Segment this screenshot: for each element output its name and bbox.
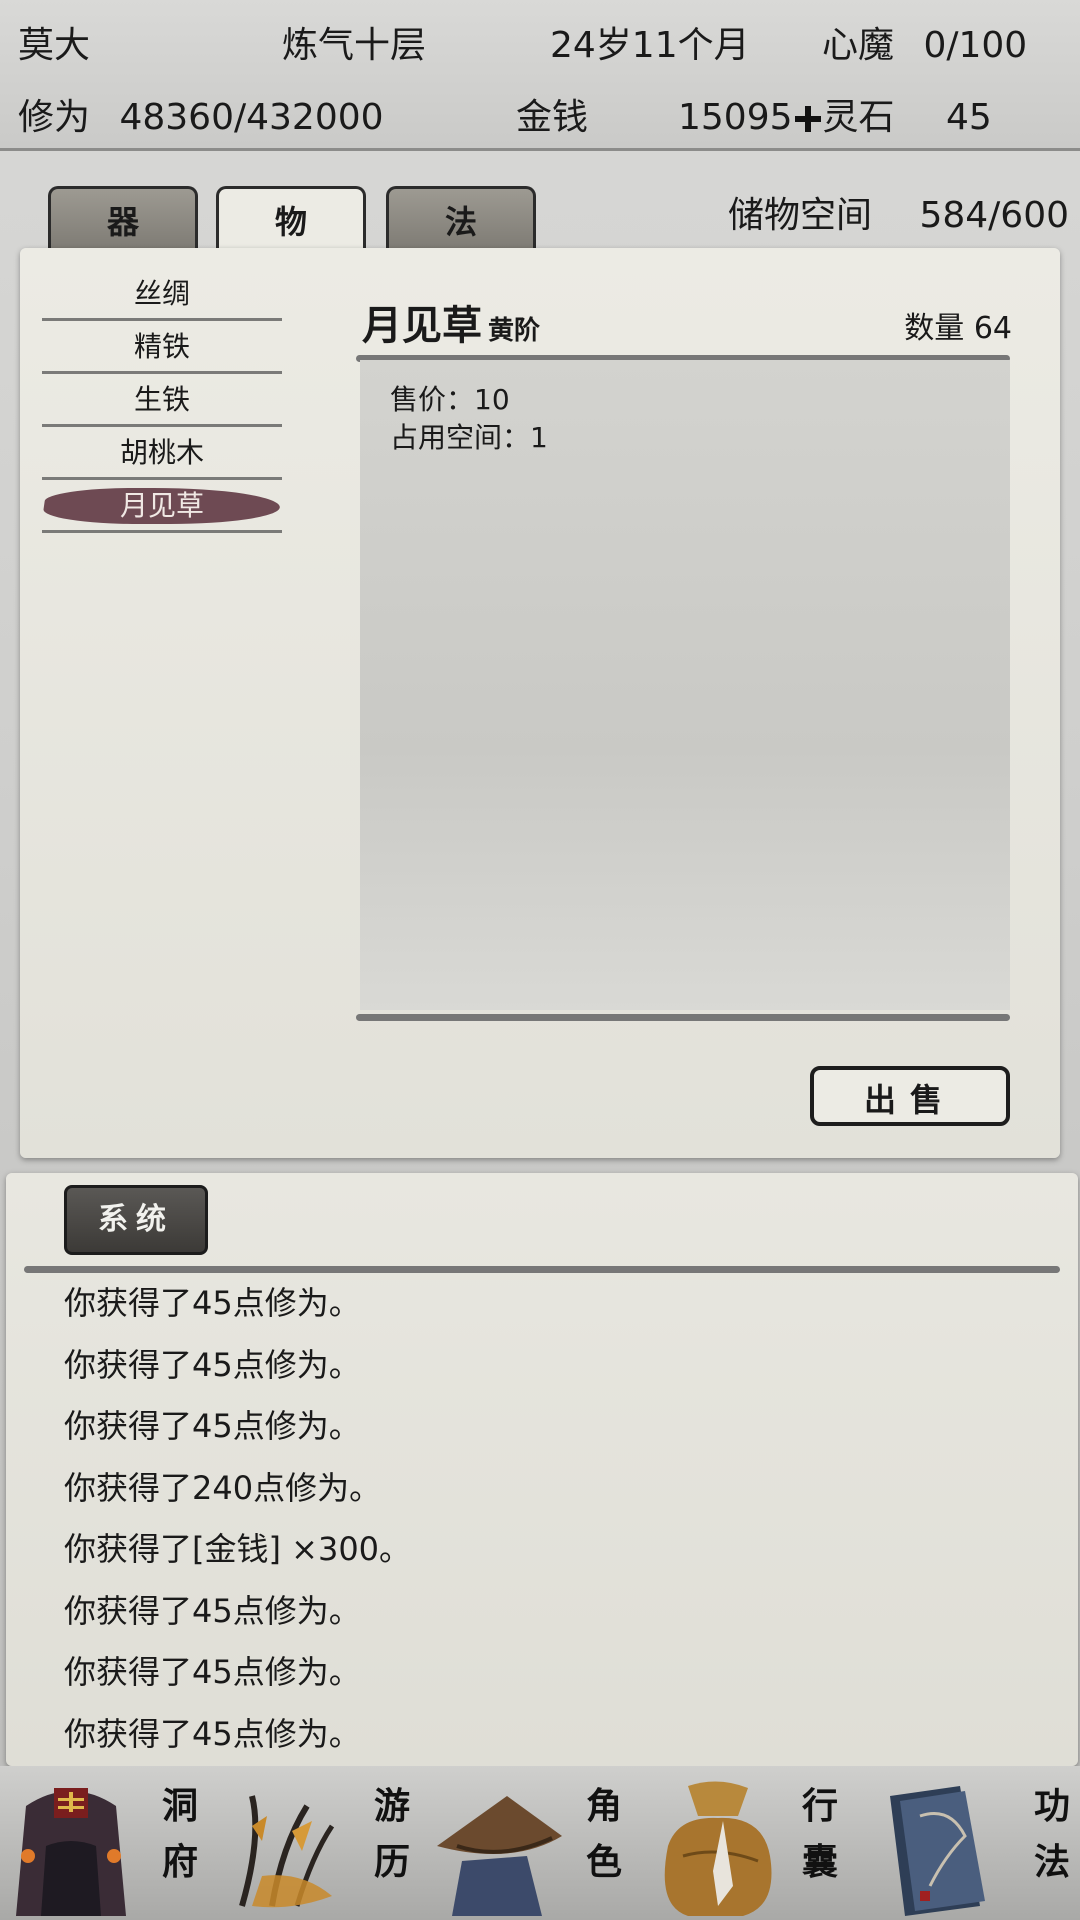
tab-items[interactable]: 物 [216, 186, 366, 248]
item-label: 月见草 [119, 489, 204, 522]
item-price: 售价：10 [390, 383, 510, 416]
item-description: 售价：10 占用空间：1 [360, 360, 1010, 1010]
nav-label-2: 府 [161, 1841, 198, 1883]
storage-value: 584/600 [919, 195, 1070, 236]
list-item[interactable]: 生铁 [42, 376, 282, 427]
inventory-bag-icon [664, 1781, 772, 1916]
player-name: 莫大 [18, 25, 91, 66]
log-line: 你获得了[金钱] ×300。 [64, 1530, 412, 1568]
cultivation-label: 修为 [18, 97, 91, 138]
nav-label-2: 囊 [801, 1841, 838, 1883]
item-label: 生铁 [133, 383, 190, 416]
money-label: 金钱 [516, 97, 589, 138]
character-icon [437, 1796, 562, 1916]
nav-techniques[interactable]: 功 法 [864, 1766, 1080, 1920]
nav-cave-mansion[interactable]: 洞 府 [0, 1766, 216, 1920]
divider [356, 1014, 1010, 1021]
storage-space: 储物空间 584/600 [728, 186, 1069, 238]
heart-demon: 心魔 0/100 [822, 16, 1027, 68]
cave-mansion-icon [16, 1788, 126, 1916]
nav-inventory-bag[interactable]: 行 囊 [648, 1766, 864, 1920]
nav-label-1: 角 [585, 1785, 622, 1827]
log-list: 你获得了45点修为。 你获得了45点修为。 你获得了45点修为。 你获得了240… [64, 1273, 411, 1765]
log-line: 你获得了45点修为。 [64, 1284, 361, 1322]
age: 24岁11个月 [550, 25, 750, 66]
money: 15095 灵石 45 [678, 88, 992, 140]
heart-demon-value: 0/100 [923, 25, 1028, 66]
spirit-stone-label: 灵石 [822, 97, 895, 138]
cultivation-value: 48360/432000 [119, 97, 384, 138]
system-log-panel: 系统 你获得了45点修为。 你获得了45点修为。 你获得了45点修为。 你获得了… [6, 1173, 1078, 1766]
item-name: 月见草 [362, 302, 482, 349]
travel-icon [239, 1795, 335, 1908]
heart-demon-label: 心魔 [822, 25, 895, 66]
item-label: 精铁 [133, 330, 190, 363]
list-item-selected[interactable]: 月见草 [42, 482, 282, 533]
technique-books-icon [890, 1786, 985, 1916]
spirit-stone-icon [794, 106, 821, 132]
nav-label-2: 历 [373, 1841, 410, 1883]
log-line: 你获得了45点修为。 [64, 1407, 361, 1445]
log-line: 你获得了45点修为。 [64, 1653, 361, 1691]
nav-label-2: 法 [1033, 1841, 1070, 1883]
nav-label-2: 色 [585, 1841, 622, 1883]
inventory-panel: 丝绸 精铁 生铁 胡桃木 月见草 月见草 黄阶 数量 64 售价：10 占用空间：… [20, 248, 1060, 1158]
item-space: 占用空间：1 [390, 421, 548, 454]
log-line: 你获得了240点修为。 [64, 1468, 382, 1507]
nav-character[interactable]: 角 色 [432, 1766, 648, 1920]
spirit-stone-value: 45 [946, 97, 992, 138]
storage-label: 储物空间 [728, 195, 873, 236]
nav-label-1: 功 [1033, 1785, 1070, 1827]
bottom-nav: 洞 府 游 历 角 色 行 囊 功 法 [0, 1766, 1080, 1920]
tab-techniques[interactable]: 法 [386, 186, 536, 248]
divider [24, 1266, 1060, 1273]
tab-system[interactable]: 系统 [64, 1185, 208, 1255]
tab-equipment[interactable]: 器 [48, 186, 198, 248]
list-item[interactable]: 胡桃木 [42, 429, 282, 480]
item-list: 丝绸 精铁 生铁 胡桃木 月见草 [42, 270, 282, 535]
list-item[interactable]: 精铁 [42, 323, 282, 374]
nav-label-1: 行 [801, 1785, 838, 1827]
realm-level: 炼气十层 [282, 25, 427, 66]
item-label: 丝绸 [133, 277, 190, 310]
item-grade: 黄阶 [488, 316, 541, 346]
nav-label-1: 洞 [161, 1785, 198, 1827]
status-bar: 莫大 炼气十层 24岁11个月 心魔 0/100 修为 48360/432000… [0, 0, 1080, 151]
nav-travel[interactable]: 游 历 [216, 1766, 432, 1920]
cultivation: 修为 48360/432000 [18, 88, 384, 140]
log-line: 你获得了45点修为。 [64, 1345, 361, 1384]
log-line: 你获得了45点修为。 [64, 1591, 361, 1630]
log-line: 你获得了45点修为。 [64, 1714, 361, 1753]
item-label: 胡桃木 [119, 436, 204, 469]
list-item[interactable]: 丝绸 [42, 270, 282, 321]
item-title: 月见草 黄阶 [362, 293, 540, 351]
item-quantity: 数量 64 [904, 311, 1012, 346]
nav-label-1: 游 [373, 1785, 410, 1827]
sell-button[interactable]: 出售 [810, 1066, 1010, 1126]
money-value: 15095 [678, 97, 793, 138]
